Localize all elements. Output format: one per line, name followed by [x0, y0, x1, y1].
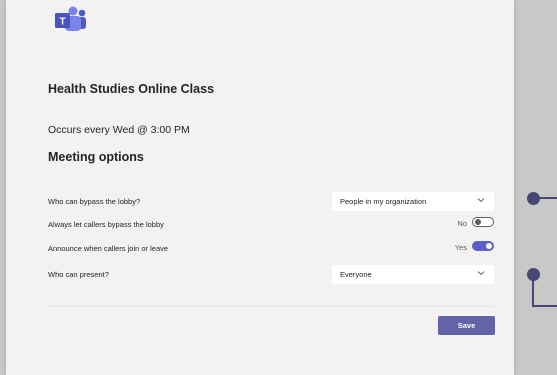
callers-bypass-toggle-group: No — [434, 217, 494, 231]
save-button[interactable]: Save — [438, 316, 495, 335]
callers-bypass-row: Always let callers bypass the lobby No — [48, 215, 494, 235]
callout-line-bypass — [538, 197, 557, 199]
chevron-down-icon — [477, 271, 485, 276]
announce-callers-state: Yes — [454, 243, 467, 252]
presenters-label: Who can present? — [48, 270, 109, 279]
announce-callers-toggle[interactable] — [472, 241, 494, 251]
presenters-dropdown[interactable]: Everyone — [332, 265, 494, 284]
teams-logo-icon: T — [55, 6, 86, 31]
callout-line-present-horizontal — [532, 305, 557, 307]
announce-callers-row: Announce when callers join or leave Yes — [48, 239, 494, 259]
meeting-options-heading: Meeting options — [48, 150, 144, 164]
meeting-title: Health Studies Online Class — [48, 82, 215, 96]
meeting-options-panel: T Health Studies Online Class Occurs eve… — [6, 0, 514, 375]
toggle-knob — [486, 243, 492, 249]
presenters-value: Everyone — [340, 270, 372, 279]
bypass-lobby-label: Who can bypass the lobby? — [48, 197, 141, 206]
bypass-lobby-value: People in my organization — [340, 197, 427, 206]
svg-text:T: T — [59, 17, 65, 28]
toggle-knob — [475, 219, 481, 225]
presenters-row: Who can present? Everyone — [48, 265, 494, 285]
bypass-lobby-dropdown[interactable]: People in my organization — [332, 192, 494, 211]
announce-callers-label: Announce when callers join or leave — [48, 244, 169, 253]
divider — [48, 306, 494, 307]
callers-bypass-label: Always let callers bypass the lobby — [48, 220, 164, 229]
callers-bypass-toggle[interactable] — [472, 217, 494, 227]
bypass-lobby-row: Who can bypass the lobby? People in my o… — [48, 192, 494, 212]
chevron-down-icon — [477, 198, 485, 203]
meeting-schedule: Occurs every Wed @ 3:00 PM — [48, 124, 190, 136]
announce-callers-toggle-group: Yes — [434, 241, 494, 255]
callers-bypass-state: No — [457, 219, 467, 228]
callout-line-present-vertical — [532, 280, 534, 306]
